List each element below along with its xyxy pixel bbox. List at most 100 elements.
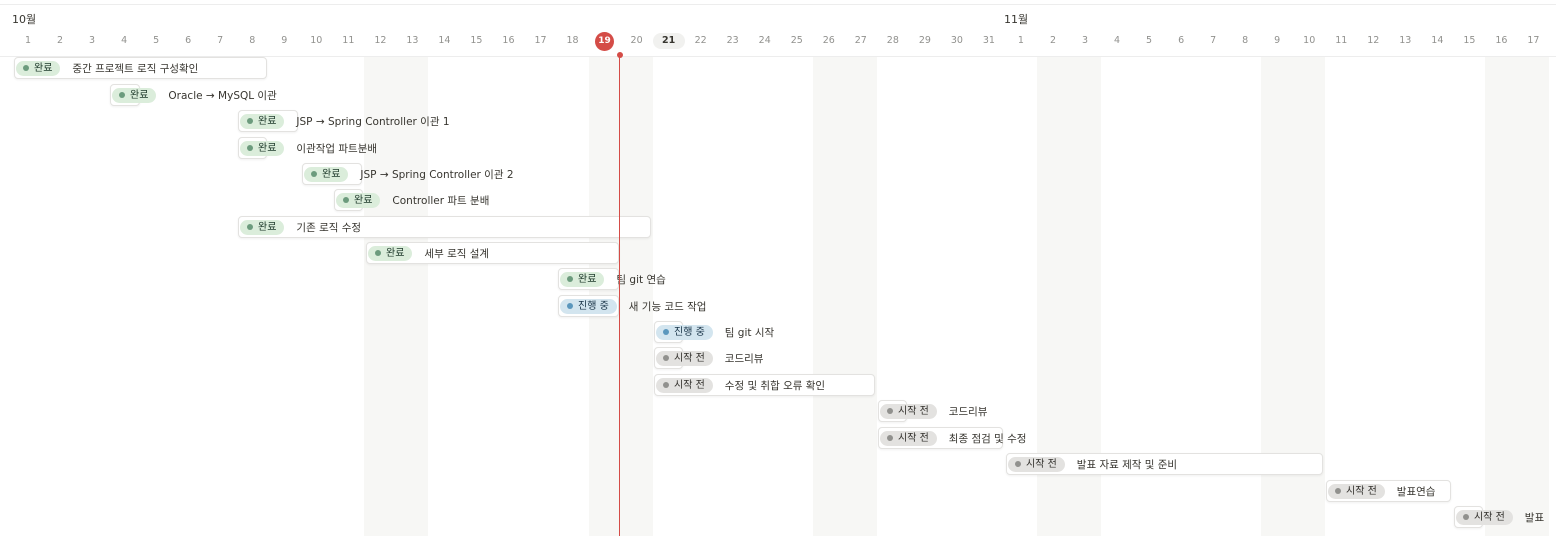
task-row[interactable]: 완료 기존 로직 수정 xyxy=(240,216,361,238)
task-title: 팀 git 연습 xyxy=(616,273,666,286)
status-label: 시작 전 xyxy=(1346,485,1377,497)
status-dot-icon xyxy=(567,276,573,282)
day-label: 14 xyxy=(438,35,451,46)
status-dot-icon xyxy=(119,92,125,98)
today-marker-dot xyxy=(617,52,623,58)
task-title: 팀 git 시작 xyxy=(724,326,775,339)
day-label: 7 xyxy=(217,35,224,46)
task-row[interactable]: 완료 Oracle → MySQL 이관 xyxy=(112,84,277,106)
status-badge: 시작 전 xyxy=(880,403,937,419)
task-row[interactable]: 시작 전 코드리뷰 xyxy=(880,400,987,422)
status-dot-icon xyxy=(663,382,669,388)
status-label: 완료 xyxy=(258,142,277,154)
month-label-november: 11월 xyxy=(1004,13,1029,26)
status-dot-icon xyxy=(887,435,893,441)
day-label: 28 xyxy=(886,35,899,46)
day-label: 5 xyxy=(1146,35,1153,46)
day-label: 29 xyxy=(918,35,931,46)
status-label: 시작 전 xyxy=(674,352,705,364)
status-label: 시작 전 xyxy=(898,405,929,417)
status-dot-icon xyxy=(247,145,253,151)
timeline-view: 10월 11월 01234567891011121314151617181920… xyxy=(0,0,1556,536)
task-title: JSP → Spring Controller 이관 1 xyxy=(296,115,450,128)
task-row[interactable]: 시작 전 발표 xyxy=(1456,506,1544,528)
day-label: 9 xyxy=(281,35,288,46)
today-date-badge: 19 xyxy=(595,32,615,51)
status-badge: 진행 중 xyxy=(560,298,617,314)
task-row[interactable]: 완료 팀 git 연습 xyxy=(560,268,666,290)
status-badge: 시작 전 xyxy=(880,430,937,446)
status-dot-icon xyxy=(663,329,669,335)
day-label: 22 xyxy=(694,35,707,46)
day-label: 1 xyxy=(1017,35,1024,46)
status-label: 시작 전 xyxy=(674,379,705,391)
task-title: 발표연습 xyxy=(1396,485,1436,498)
status-dot-icon xyxy=(567,303,573,309)
day-label: 2 xyxy=(1049,35,1056,46)
day-label: 9 xyxy=(1274,35,1281,46)
task-row[interactable]: 시작 전 코드리뷰 xyxy=(656,347,763,369)
status-label: 완료 xyxy=(578,273,597,285)
day-label: 30 xyxy=(950,35,963,46)
status-badge: 완료 xyxy=(560,271,605,287)
task-row[interactable]: 완료 JSP → Spring Controller 이관 1 xyxy=(240,110,450,132)
task-title: 중간 프로젝트 로직 구성확인 xyxy=(72,62,199,75)
task-title: 최종 점검 및 수정 xyxy=(948,432,1027,445)
task-row[interactable]: 완료 Controller 파트 분배 xyxy=(336,189,489,211)
status-dot-icon xyxy=(311,171,317,177)
status-badge: 시작 전 xyxy=(1008,456,1065,472)
status-badge: 완료 xyxy=(240,140,285,156)
task-row[interactable]: 진행 중 팀 git 시작 xyxy=(656,321,774,343)
status-dot-icon xyxy=(1015,461,1021,467)
task-row[interactable]: 완료 이관작업 파트분배 xyxy=(240,137,377,159)
task-row[interactable]: 시작 전 최종 점검 및 수정 xyxy=(880,427,1026,449)
day-label: 26 xyxy=(822,35,835,46)
status-badge: 진행 중 xyxy=(656,324,713,340)
day-label: 6 xyxy=(1178,35,1185,46)
task-title: 세부 로직 설계 xyxy=(424,247,490,260)
day-label: 20 xyxy=(630,35,643,46)
status-label: 완료 xyxy=(322,168,341,180)
day-label: 18 xyxy=(566,35,579,46)
task-title: 발표 xyxy=(1524,511,1545,524)
day-label: 31 xyxy=(982,35,995,46)
task-title: 발표 자료 제작 및 준비 xyxy=(1076,458,1178,471)
day-label: 23 xyxy=(726,35,739,46)
task-row[interactable]: 완료 JSP → Spring Controller 이관 2 xyxy=(304,163,514,185)
status-label: 진행 중 xyxy=(578,300,609,312)
day-label: 15 xyxy=(470,35,483,46)
day-label: 10 xyxy=(1303,35,1316,46)
status-dot-icon xyxy=(1463,514,1469,520)
status-dot-icon xyxy=(247,118,253,124)
weekend-column xyxy=(812,57,877,536)
task-row[interactable]: 시작 전 수정 및 취합 오류 확인 xyxy=(656,374,825,396)
task-title: 코드리뷰 xyxy=(724,352,764,365)
status-badge: 완료 xyxy=(16,60,61,76)
day-label: 14 xyxy=(1431,35,1444,46)
day-label: 17 xyxy=(534,35,547,46)
day-label: 10 xyxy=(310,35,323,46)
day-label: 16 xyxy=(1495,35,1508,46)
status-dot-icon xyxy=(247,224,253,230)
day-label: 5 xyxy=(153,35,160,46)
status-label: 시작 전 xyxy=(1474,511,1505,523)
task-row[interactable]: 진행 중 새 기능 코드 작업 xyxy=(560,295,706,317)
task-row[interactable]: 완료 중간 프로젝트 로직 구성확인 xyxy=(16,57,198,79)
task-row[interactable]: 시작 전 발표 자료 제작 및 준비 xyxy=(1008,453,1177,475)
status-label: 완료 xyxy=(258,221,277,233)
task-row[interactable]: 완료 세부 로직 설계 xyxy=(368,242,489,264)
task-row[interactable]: 시작 전 발표연습 xyxy=(1328,480,1435,502)
day-label: 13 xyxy=(1399,35,1412,46)
status-badge: 완료 xyxy=(112,87,157,103)
task-title: 코드리뷰 xyxy=(948,405,988,418)
status-label: 완료 xyxy=(386,247,405,259)
weekend-column xyxy=(1485,57,1550,536)
status-badge: 완료 xyxy=(240,113,285,129)
month-label-october: 10월 xyxy=(12,13,37,26)
status-label: 완료 xyxy=(34,62,53,74)
day-label: 3 xyxy=(1081,35,1089,46)
status-badge: 시작 전 xyxy=(656,350,713,366)
day-label: 12 xyxy=(374,35,387,46)
task-title: 기존 로직 수정 xyxy=(296,221,362,234)
status-label: 완료 xyxy=(354,194,373,206)
